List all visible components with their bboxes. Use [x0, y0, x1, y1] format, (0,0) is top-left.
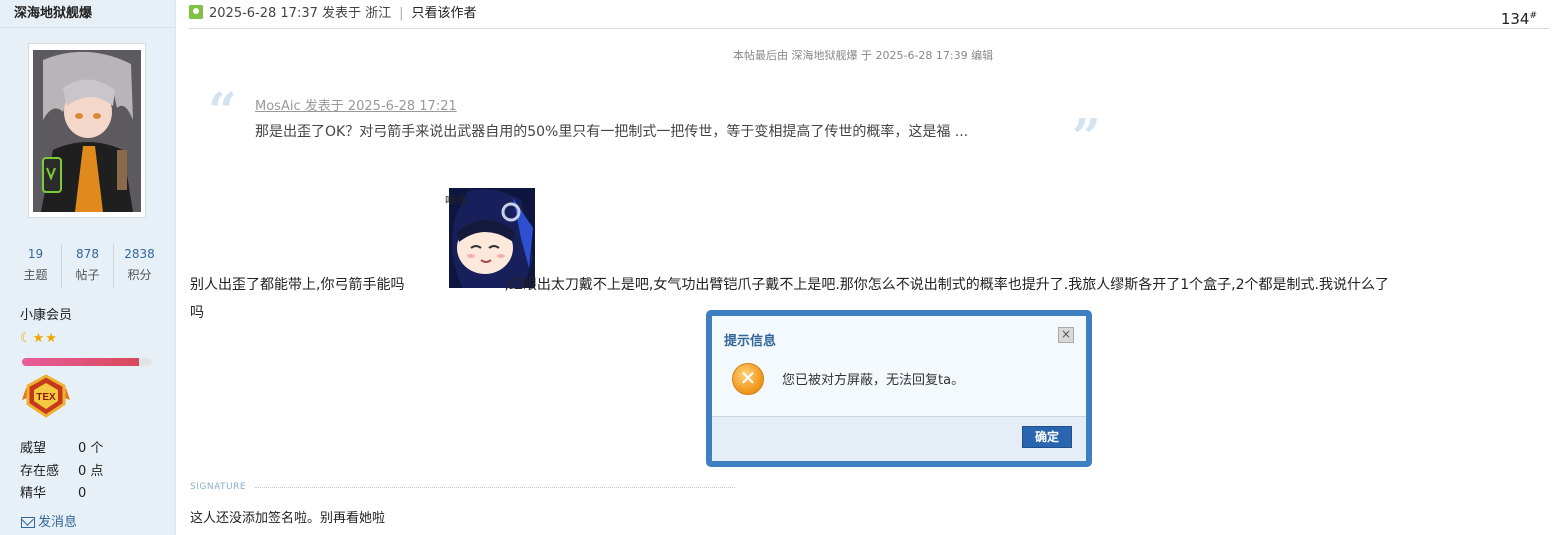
send-message-label: 发消息	[38, 515, 78, 530]
medal-icon[interactable]: TEX	[22, 374, 70, 418]
post-body-text: 别人出歪了都能带上,你弓箭手能吗	[190, 277, 405, 293]
post-meta: 2025-6-28 17:37 发表于 浙江	[209, 6, 392, 21]
dialog-body: 提示信息 × ✕ 您已被对方屏蔽，无法回复ta。 确定	[712, 316, 1086, 461]
username[interactable]: 深海地狱舰爆	[0, 0, 175, 28]
avatar-image	[33, 50, 141, 212]
field-value: 0 点	[78, 464, 104, 479]
quote-text: 那是出歪了OK？对弓箭手来说出武器自用的50%里只有一把制式一把传世，等于变相提…	[255, 124, 969, 140]
only-author-link[interactable]: 只看该作者	[412, 6, 477, 21]
stat-value: 2838	[124, 247, 155, 261]
field-key: 威望	[20, 441, 47, 456]
field-prestige: 威望 0 个	[20, 437, 103, 456]
post-body-line1: 别人出歪了都能带上,你弓箭手能吗 ,红眼出太刀戴不上是吧,女气功出臂铠爪子戴不上是…	[190, 274, 1389, 294]
user-stats: 19 主题 878 帖子 2838 积分	[10, 244, 165, 288]
field-presence: 存在感 0 点	[20, 460, 103, 479]
quote-close-icon: ”	[1072, 107, 1101, 166]
error-icon: ✕	[732, 363, 764, 395]
floor-value: 134	[1500, 10, 1530, 28]
field-key: 存在感	[20, 464, 60, 479]
edit-note: 本帖最后由 深海地狱舰爆 于 2025-6-28 17:39 编辑	[733, 49, 994, 62]
confirm-button[interactable]: 确定	[1022, 426, 1072, 448]
level-progress-bar	[22, 358, 152, 366]
close-icon[interactable]: ×	[1058, 327, 1074, 343]
stat-posts[interactable]: 878 帖子	[62, 244, 114, 288]
user-group[interactable]: 小康会员	[20, 304, 72, 323]
divider: |	[399, 6, 404, 21]
stat-label: 帖子	[75, 268, 100, 282]
signature-label: SIGNATURE	[190, 482, 247, 492]
dialog-message: 您已被对方屏蔽，无法回复ta。	[782, 373, 965, 388]
sticker-image: 嘻嘻	[445, 188, 535, 288]
floor-sup: #	[1529, 11, 1537, 21]
field-essence: 精华 0	[20, 482, 86, 501]
avatar[interactable]	[28, 43, 146, 218]
signature-divider	[255, 487, 735, 488]
quote-open-icon: “	[208, 81, 237, 140]
alert-dialog: 提示信息 × ✕ 您已被对方屏蔽，无法回复ta。 确定	[706, 310, 1092, 467]
level-progress-fill	[22, 358, 139, 366]
dialog-title: 提示信息	[724, 334, 777, 349]
user-sidebar: 深海地狱舰爆 19 主题 878 帖子 2838 积分 小康会员 ☾★★ TEX…	[0, 0, 176, 535]
stat-points[interactable]: 2838 积分	[114, 244, 165, 288]
mail-icon	[21, 517, 35, 528]
stat-label: 积分	[127, 268, 152, 282]
sticker-caption: 嘻嘻	[445, 194, 467, 207]
online-status-icon	[189, 5, 203, 19]
post-body-line2: 吗	[190, 305, 204, 321]
stat-value: 19	[27, 247, 44, 261]
dialog-footer: 确定	[712, 416, 1086, 461]
post-body-text: ,红眼出太刀戴不上是吧,女气功出臂铠爪子戴不上是吧.那你怎么不说出制式的概率也提…	[504, 277, 1389, 293]
stat-value: 878	[76, 247, 99, 261]
send-message-link[interactable]: 发消息	[21, 511, 77, 530]
medal-text: TEX	[36, 392, 56, 403]
stat-label: 主题	[23, 268, 48, 282]
signature-text: 这人还没添加签名啦。别再看她啦	[190, 511, 386, 526]
field-value: 0 个	[78, 441, 104, 456]
field-key: 精华	[20, 486, 47, 501]
quote-author-link[interactable]: MosAic 发表于 2025-6-28 17:21	[255, 95, 457, 114]
stat-threads[interactable]: 19 主题	[10, 244, 62, 288]
field-value: 0	[78, 486, 87, 501]
post-header: 2025-6-28 17:37 发表于 浙江 | 只看该作者 134#	[189, 0, 1549, 29]
rank-stars-icon: ☾★★	[20, 331, 58, 346]
floor-number[interactable]: 134#	[1501, 3, 1537, 33]
